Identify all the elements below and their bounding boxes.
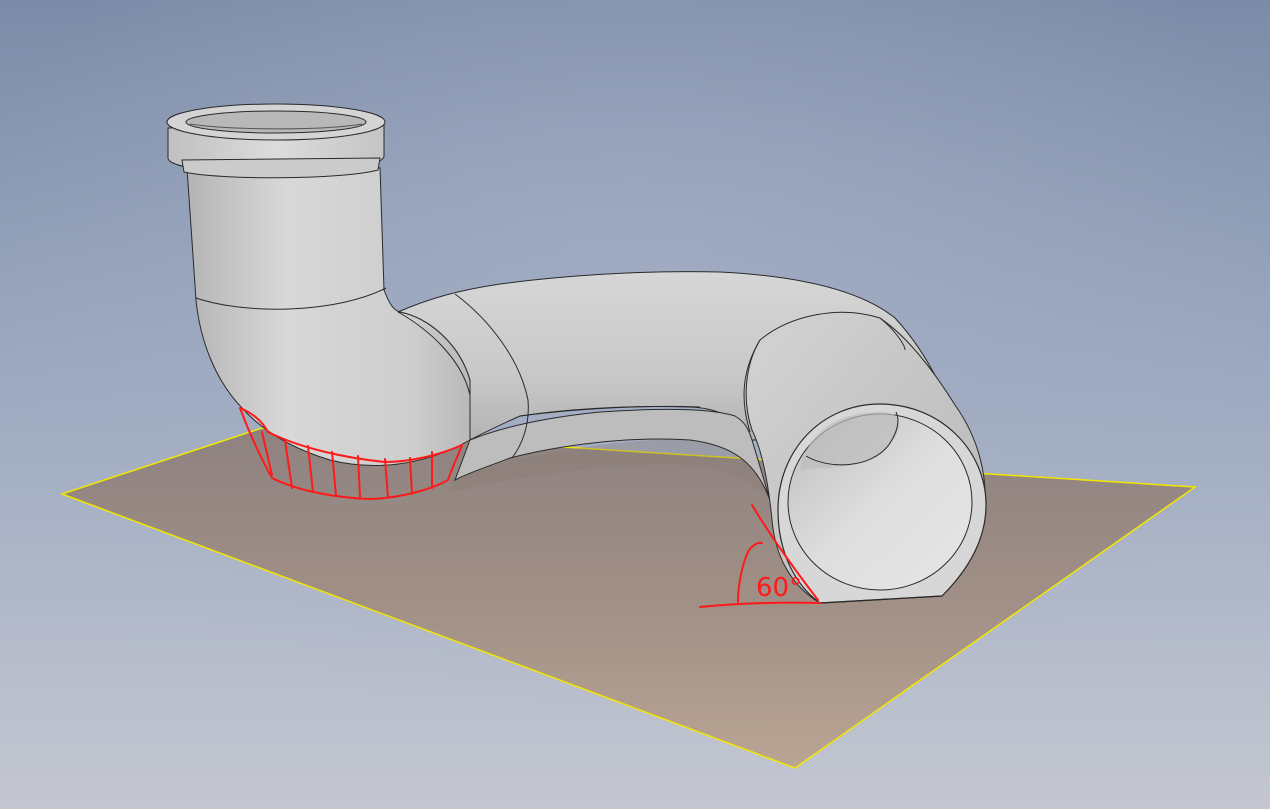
flange-opening [185, 110, 367, 134]
3d-model-view[interactable]: 60° [0, 0, 1270, 809]
flange-neck [181, 157, 381, 179]
cad-viewport[interactable]: 60° [0, 0, 1270, 809]
markup-angle-label: 60° [756, 573, 802, 603]
